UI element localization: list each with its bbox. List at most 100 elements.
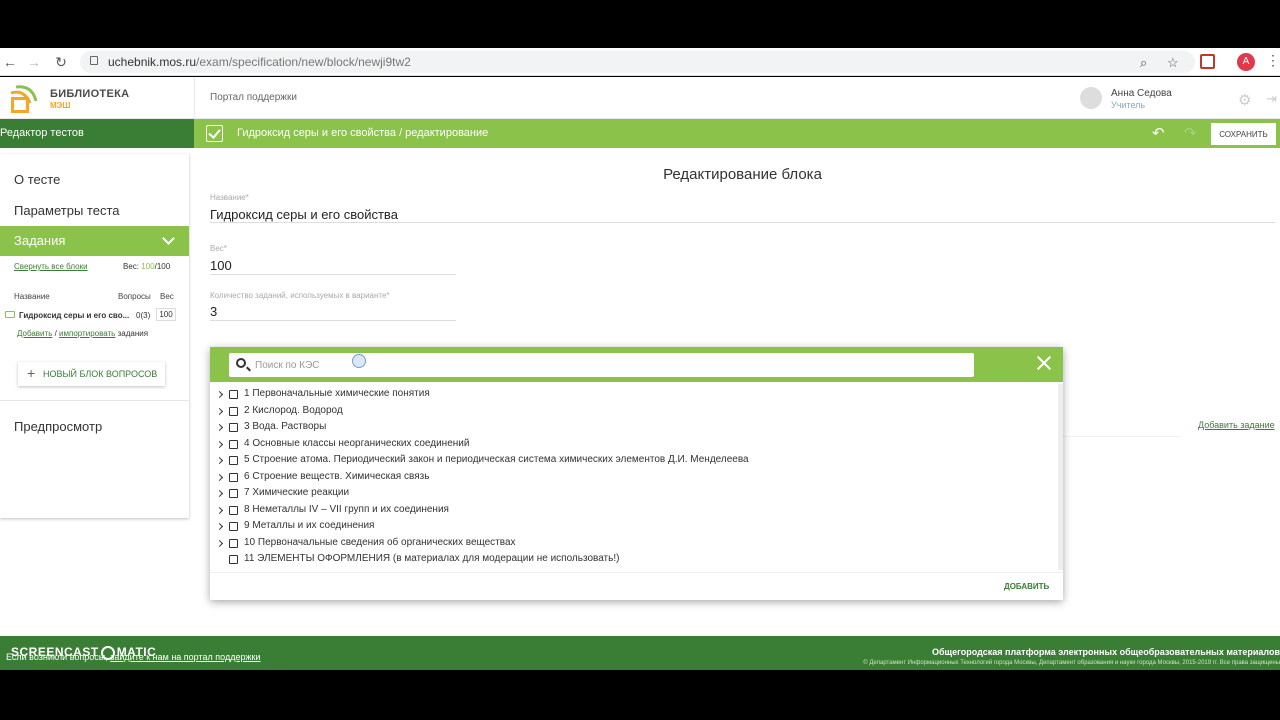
new-question-block-button[interactable]: + НОВЫЙ БЛОК ВОПРОСОВ — [18, 362, 165, 386]
support-portal-link[interactable]: Портал поддержки — [210, 92, 297, 103]
lock-icon — [90, 56, 98, 65]
tree-item-checkbox[interactable] — [229, 439, 238, 449]
close-icon[interactable] — [1036, 355, 1052, 371]
folder-icon — [5, 311, 15, 318]
tree-item[interactable]: 3 Вода. Растворы — [210, 420, 1058, 436]
checkbox-icon — [206, 125, 223, 142]
block-weight-field[interactable]: 100 — [156, 308, 176, 321]
star-icon[interactable]: ☆ — [1167, 55, 1179, 71]
block-row[interactable]: Гидроксид серы и его сво... 0(3) 100 — [0, 308, 189, 322]
collapse-all-link[interactable]: Свернуть все блоки — [14, 262, 88, 271]
tree-item-label: 8 Неметаллы IV – VII групп и их соединен… — [244, 503, 449, 515]
tree-item-checkbox[interactable] — [229, 472, 238, 482]
block-questions: 0(3) — [136, 311, 151, 320]
user-name[interactable]: Анна Седова — [1111, 88, 1172, 99]
add-task-link[interactable]: Добавить задание — [1198, 420, 1275, 430]
chevron-right-icon[interactable] — [215, 522, 224, 531]
gear-icon[interactable]: ⚙ — [1238, 91, 1251, 109]
tree-item[interactable]: 9 Металлы и их соединения — [210, 519, 1058, 535]
tree-item-label: 1 Первоначальные химические понятия — [244, 388, 430, 399]
chevron-right-icon[interactable] — [215, 489, 224, 498]
add-button[interactable]: ДОБАВИТЬ — [1004, 582, 1049, 591]
profile-avatar[interactable]: A — [1237, 53, 1255, 71]
chevron-right-icon[interactable] — [215, 407, 224, 415]
reload-icon[interactable]: ↻ — [51, 52, 71, 72]
zoom-icon[interactable]: ⌕ — [1140, 55, 1147, 71]
undo-icon[interactable]: ↶ — [1152, 124, 1165, 142]
count-field[interactable]: 3 — [210, 304, 217, 319]
name-field[interactable]: Гидроксид серы и его свойства — [210, 207, 398, 222]
column-header-questions: Вопросы — [118, 292, 151, 301]
url-text: uchebnik.mos.ru/exam/specification/new/b… — [108, 55, 411, 69]
browser-toolbar: ← → ↻ uchebnik.mos.ru/exam/specification… — [0, 48, 1280, 76]
tree-item[interactable]: 7 Химические реакции — [210, 486, 1058, 502]
block-name[interactable]: Гидроксид серы и его сво... — [19, 311, 129, 320]
record-icon — [100, 645, 115, 660]
tree-item-checkbox[interactable] — [229, 456, 238, 465]
footer-platform: Общегородская платформа электронных обще… — [932, 647, 1280, 657]
tree-item-checkbox[interactable] — [229, 489, 238, 498]
section-header: Редактор тестов — [0, 119, 194, 148]
extension-icon[interactable] — [1200, 54, 1215, 69]
footer-copyright: © Департамент Информационных Технологий … — [863, 660, 1280, 666]
tree-item[interactable]: 5 Строение атома. Периодический закон и … — [210, 453, 1058, 469]
chevron-right-icon[interactable] — [215, 506, 224, 514]
tree-item-checkbox[interactable] — [229, 555, 238, 564]
chevron-right-icon[interactable] — [215, 440, 224, 448]
watermark-recorded: RECORDED WITH — [11, 631, 63, 637]
logout-icon[interactable]: ⇥ — [1266, 91, 1277, 107]
weight-field[interactable]: 100 — [210, 258, 232, 273]
divider — [0, 400, 189, 401]
chevron-right-icon[interactable] — [215, 423, 224, 432]
redo-icon[interactable]: ↷ — [1184, 124, 1197, 142]
tree-item-label: 10 Первоначальные сведения об органическ… — [244, 536, 516, 548]
library-logo-icon[interactable] — [8, 83, 42, 115]
tree-item-label: 6 Строение веществ. Химическая связь — [244, 470, 430, 482]
section-title: Редактор тестов — [0, 127, 84, 139]
chevron-right-icon[interactable] — [215, 473, 224, 481]
import-tasks-link[interactable]: импортировать — [59, 329, 115, 338]
sidebar-item-label: Задания — [14, 233, 66, 248]
tree-item-checkbox[interactable] — [229, 522, 238, 531]
tree-item[interactable]: 6 Строение веществ. Химическая связь — [210, 470, 1058, 486]
tree-item-label: 9 Металлы и их соединения — [244, 520, 375, 531]
tree-item[interactable]: 11 ЭЛЕМЕНТЫ ОФОРМЛЕНИЯ (в материалах для… — [210, 552, 1058, 568]
tree-item-checkbox[interactable] — [229, 390, 238, 399]
tree-item-label: 2 Кислород. Водород — [244, 404, 343, 416]
menu-dots-icon[interactable]: ⋮ — [1266, 52, 1280, 69]
column-header-name: Название — [14, 292, 50, 301]
tree-item-label: 7 Химические реакции — [244, 487, 350, 498]
divider — [210, 274, 456, 275]
tree-item[interactable]: 4 Основные классы неорганических соедине… — [210, 437, 1058, 453]
chevron-right-icon[interactable] — [215, 539, 224, 547]
tree-item-label: 5 Строение атома. Периодический закон и … — [244, 454, 749, 465]
tree-item-checkbox[interactable] — [229, 538, 238, 548]
chevron-down-icon — [162, 232, 175, 245]
tree-item-checkbox[interactable] — [229, 423, 238, 432]
tree-item-checkbox[interactable] — [229, 406, 238, 416]
edit-title: Гидроксид серы и его свойства / редактир… — [237, 127, 489, 139]
back-icon[interactable]: ← — [0, 52, 20, 72]
tree-item-checkbox[interactable] — [229, 505, 238, 515]
sidebar-item-tasks[interactable]: Задания — [0, 226, 189, 256]
tree-item[interactable]: 10 Первоначальные сведения об органическ… — [210, 536, 1058, 552]
scrollbar[interactable] — [1058, 384, 1063, 570]
kes-tree: 1 Первоначальные химические понятия 2 Кис… — [210, 387, 1058, 572]
forward-icon[interactable]: → — [24, 52, 44, 72]
divider — [210, 320, 456, 321]
logo-title: БИБЛИОТЕКА — [50, 88, 130, 100]
tree-item[interactable]: 8 Неметаллы IV – VII групп и их соединен… — [210, 503, 1058, 519]
address-bar[interactable]: uchebnik.mos.ru/exam/specification/new/b… — [80, 51, 1195, 73]
column-header-weight: Вес — [160, 292, 174, 301]
sidebar-item-params[interactable]: Параметры теста — [14, 203, 120, 218]
user-avatar[interactable] — [1080, 87, 1102, 109]
chevron-right-icon[interactable] — [215, 390, 224, 399]
tree-item[interactable]: 1 Первоначальные химические понятия — [210, 387, 1058, 403]
add-tasks-text: Добавить / импортировать задания — [17, 329, 149, 338]
save-button[interactable]: СОХРАНИТЬ — [1211, 123, 1276, 145]
sidebar-item-preview[interactable]: Предпросмотр — [14, 419, 102, 434]
tree-item[interactable]: 2 Кислород. Водород — [210, 404, 1058, 420]
add-tasks-link[interactable]: Добавить — [17, 329, 52, 338]
chevron-right-icon[interactable] — [215, 456, 224, 465]
sidebar-item-about[interactable]: О тесте — [14, 172, 60, 187]
